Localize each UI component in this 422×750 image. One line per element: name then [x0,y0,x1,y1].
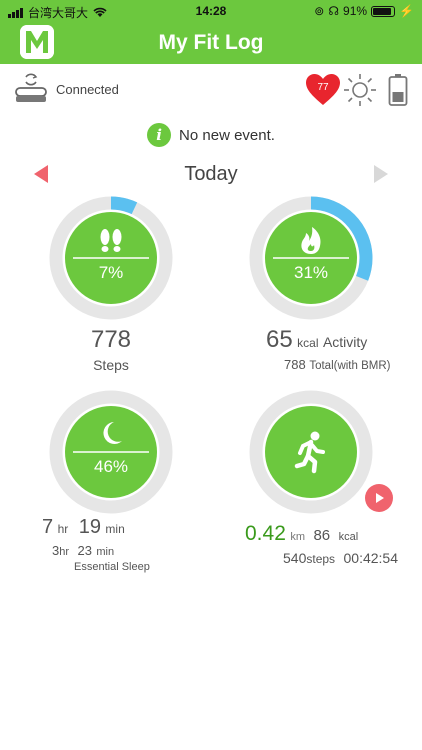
app-header: My Fit Log [0,22,422,64]
activity-kcal-value: 65 [266,326,293,353]
headphones-icon: ☊ [328,4,340,18]
sleep-ring-graphic [49,390,173,514]
connection-status: Connected [56,82,119,97]
device-battery-icon [388,74,408,106]
activity-label: Activity [322,334,368,350]
activity-kcal-unit: kcal [297,336,319,350]
workout-steps-line: 540steps 00:42:54 [283,550,398,568]
calories-percent: 31% [293,263,329,282]
footprints-icon [100,229,122,252]
moon-icon [103,422,122,444]
flame-icon [301,227,321,254]
date-label: Today [184,163,238,185]
steps-ring[interactable]: 7% [49,196,173,320]
sun-icon[interactable] [343,73,377,107]
event-message: No new event. [179,126,275,144]
status-bar: 台湾大哥大 14:28 ⊚ ☊ 91% ⚡ [0,0,422,22]
play-workout-button[interactable] [364,483,394,513]
battery-percent: 91% [343,4,368,18]
workout-duration: 00:42:54 [343,550,399,566]
workout-steps-unit: steps [306,552,336,566]
total-line: 788 Total(with BMR) [284,357,390,372]
workout-steps: 540 [283,550,307,566]
total-kcal-value: 788 [284,357,306,372]
info-icon: i [147,123,172,147]
calories-ring[interactable]: 31% [249,196,373,320]
essential-hours-unit: hr [59,546,70,558]
sleep-hours: 7 [42,516,54,538]
event-banner: i No new event. [0,123,422,147]
essential-minutes-unit: min [96,546,115,558]
workout-ring[interactable] [249,390,373,514]
charging-icon: ⚡ [399,4,414,18]
steps-value: 778 [90,326,132,353]
sleep-hours-unit: hr [57,522,69,536]
heart-rate-value: 77 [317,82,329,93]
sleep-ring[interactable]: 46% [49,390,173,514]
sleep-duration: 7 hr 19 min [42,516,125,539]
sleep-minutes-unit: min [105,522,125,536]
lock-rotation-icon: ⊚ [314,4,325,18]
workout-kcal: 86 [313,527,331,544]
sleep-minutes: 19 [78,516,101,538]
calories-ring-graphic [249,196,373,320]
app-title: My Fit Log [158,31,264,54]
status-right: ⊚ ☊ 91% ⚡ [314,4,414,18]
sleep-percent: 46% [93,457,129,476]
essential-sleep-label: Essential Sleep [74,561,150,573]
running-person-icon [294,431,325,474]
next-day-arrow[interactable] [374,165,388,183]
activity-line: 65 kcal Activity [266,326,367,354]
workout-distance-unit: km [290,531,305,543]
steps-percent: 7% [98,263,124,282]
tracker-sync-icon[interactable] [14,72,48,106]
battery-icon [371,5,396,17]
workout-distance-line: 0.42 km 86 kcal [245,522,358,546]
total-label: Total(with BMR) [309,360,391,372]
workout-distance: 0.42 [245,522,286,545]
steps-label: Steps [93,357,129,373]
essential-minutes: 23 [77,543,92,558]
essential-sleep-duration: 3hr 23 min [52,542,114,560]
workout-kcal-unit: kcal [338,531,359,543]
steps-ring-graphic [49,196,173,320]
